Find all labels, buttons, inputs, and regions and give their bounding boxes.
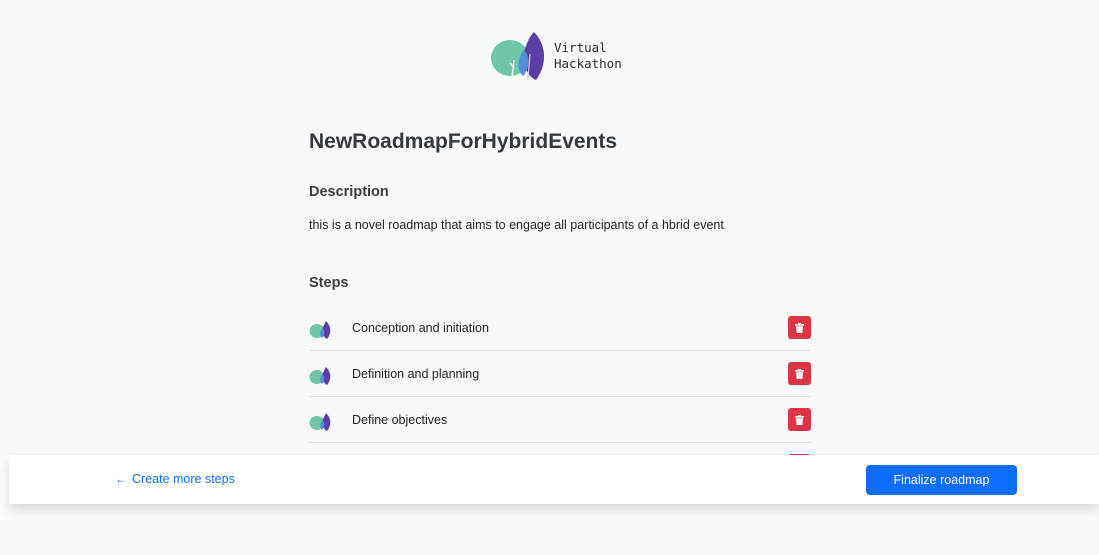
delete-step-button[interactable] — [788, 408, 811, 431]
trash-icon — [795, 368, 804, 379]
brand-line2: Hackathon — [554, 56, 622, 71]
description-heading: Description — [309, 184, 389, 200]
step-label: Conception and initiation — [352, 320, 489, 335]
brand-logo[interactable]: Virtual Hackathon — [490, 30, 622, 82]
arrow-left-icon: ← — [115, 472, 127, 486]
page: Virtual Hackathon NewRoadmapForHybridEve… — [0, 0, 1099, 555]
tree-leaves-icon — [309, 366, 331, 385]
description-text: this is a novel roadmap that aims to eng… — [309, 218, 724, 232]
finalize-roadmap-button[interactable]: Finalize roadmap — [866, 465, 1017, 495]
tree-leaves-icon — [309, 412, 331, 431]
tree-leaves-logo-icon — [491, 32, 545, 80]
create-more-steps-label: Create more steps — [132, 472, 235, 486]
step-label: Definition and planning — [352, 366, 480, 381]
brand-line1: Virtual — [554, 40, 607, 55]
trash-icon — [795, 414, 804, 425]
trash-icon — [795, 322, 804, 333]
steps-heading: Steps — [309, 275, 349, 291]
footer-action-bar: ← Create more steps Finalize roadmap — [9, 455, 1099, 504]
list-item: Define objectives — [309, 397, 811, 443]
delete-step-button[interactable] — [788, 316, 811, 339]
tree-leaves-icon — [309, 320, 331, 339]
step-label: Define objectives — [352, 412, 448, 427]
delete-step-button[interactable] — [788, 362, 811, 385]
list-item: Conception and initiation — [309, 305, 811, 351]
list-item: Definition and planning — [309, 351, 811, 397]
page-title: NewRoadmapForHybridEvents — [309, 130, 618, 153]
create-more-steps-link[interactable]: ← Create more steps — [115, 472, 235, 486]
brand-name: Virtual Hackathon — [554, 40, 622, 72]
